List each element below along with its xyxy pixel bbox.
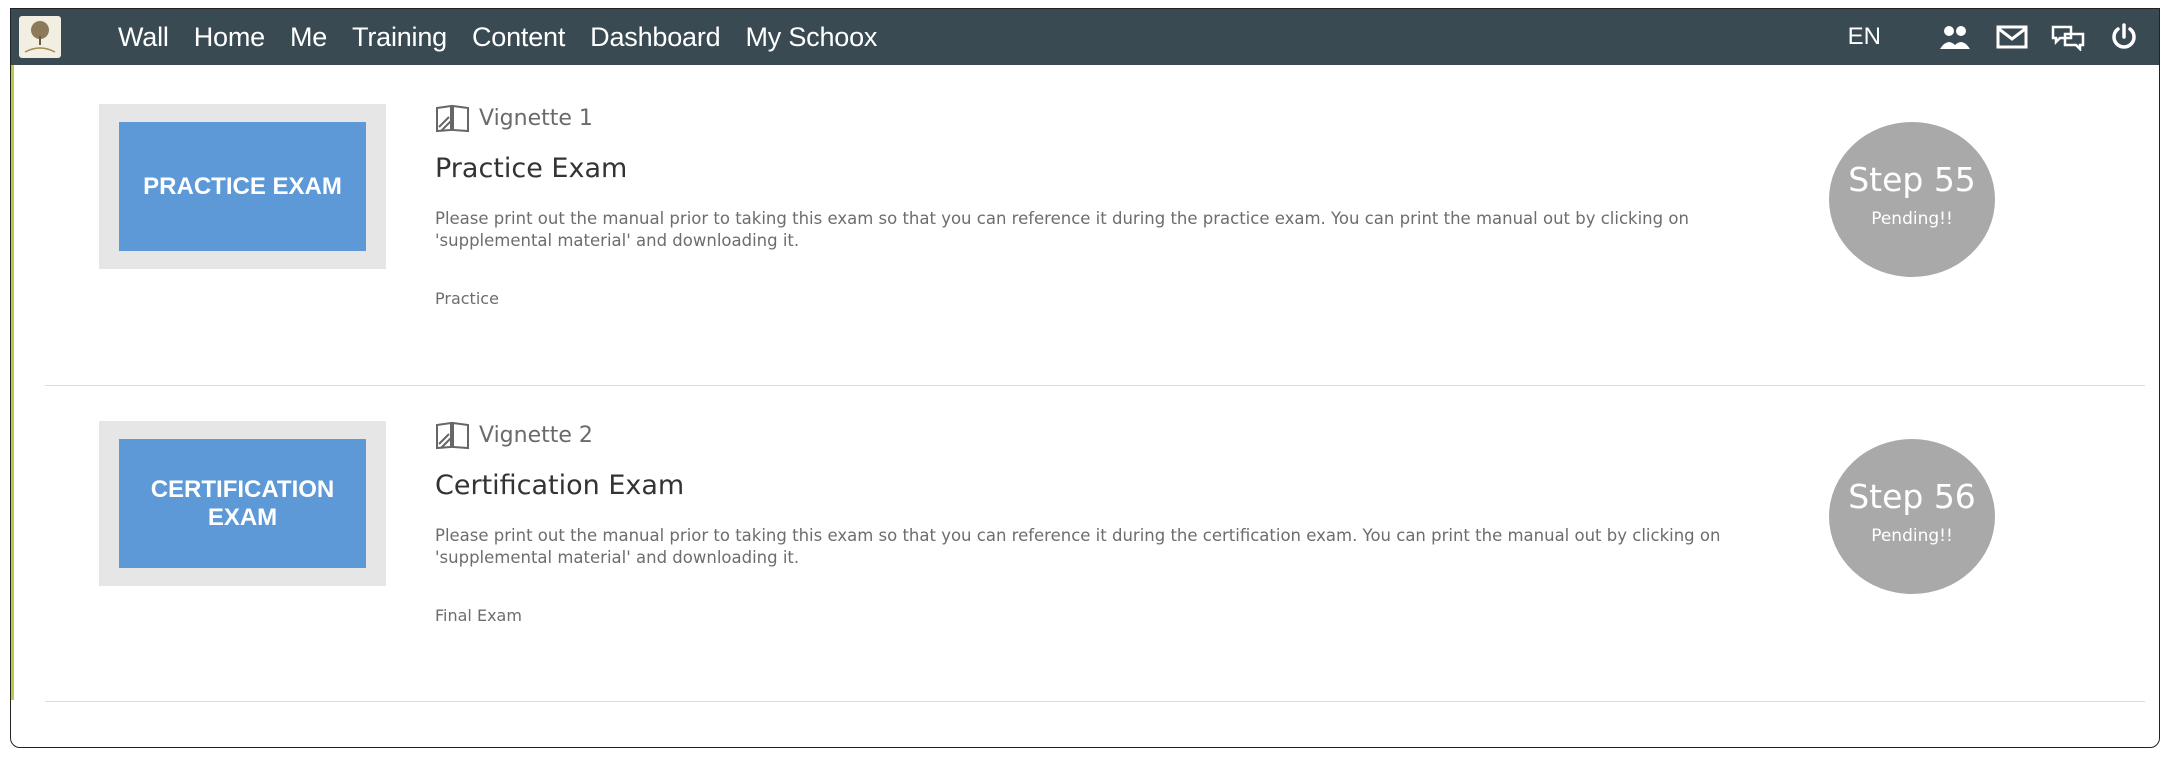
course-description: Please print out the manual prior to tak… (435, 526, 1721, 567)
app-frame: Wall Home Me Training Content Dashboard … (10, 8, 2160, 748)
step-badge[interactable]: Step 56 Pending!! (1829, 439, 1995, 594)
logo-tree-icon (24, 21, 56, 53)
users-icon[interactable] (1939, 22, 1973, 52)
left-accent-bar (11, 65, 14, 380)
chat-icon[interactable] (2051, 22, 2085, 52)
vignette-row: Vignette 1 (435, 103, 593, 133)
step-badge[interactable]: Step 55 Pending!! (1829, 122, 1995, 277)
power-icon[interactable] (2107, 22, 2141, 52)
vignette-label: Vignette 1 (479, 105, 593, 131)
course-thumbnail[interactable]: CERTIFICATION EXAM (99, 421, 386, 586)
vignette-label: Vignette 2 (479, 422, 593, 448)
course-thumbnail-image: CERTIFICATION EXAM (119, 439, 366, 568)
course-tag: Practice (435, 289, 499, 308)
nav-content[interactable]: Content (472, 22, 565, 53)
language-selector[interactable]: EN (1848, 23, 1881, 51)
vignette-row: Vignette 2 (435, 420, 593, 450)
course-title[interactable]: Practice Exam (435, 153, 627, 184)
nav-home[interactable]: Home (194, 22, 265, 53)
top-navbar: Wall Home Me Training Content Dashboard … (11, 9, 2159, 65)
step-number: Step 55 (1848, 160, 1976, 199)
step-number: Step 56 (1848, 477, 1976, 516)
book-icon (436, 421, 469, 450)
step-status: Pending!! (1871, 209, 1953, 229)
course-thumbnail-image: PRACTICE EXAM (119, 122, 366, 251)
nav-wall[interactable]: Wall (118, 22, 169, 53)
step-status: Pending!! (1871, 526, 1953, 546)
course-thumbnail[interactable]: PRACTICE EXAM (99, 104, 386, 269)
course-list-item: PRACTICE EXAM Vignette 1 Practice Exam P… (45, 65, 2145, 386)
nav-training[interactable]: Training (352, 22, 447, 53)
nav-my-schoox[interactable]: My Schoox (745, 22, 877, 53)
course-list-item: CERTIFICATION EXAM Vignette 2 Certificat… (45, 386, 2145, 702)
mail-icon[interactable] (1995, 22, 2029, 52)
book-icon (436, 104, 469, 133)
course-tag: Final Exam (435, 606, 522, 625)
left-accent-bar (11, 380, 14, 700)
nav-me[interactable]: Me (290, 22, 327, 53)
nav-dashboard[interactable]: Dashboard (590, 22, 720, 53)
course-title[interactable]: Certification Exam (435, 470, 684, 501)
course-description: Please print out the manual prior to tak… (435, 209, 1689, 250)
logo[interactable] (19, 16, 61, 58)
